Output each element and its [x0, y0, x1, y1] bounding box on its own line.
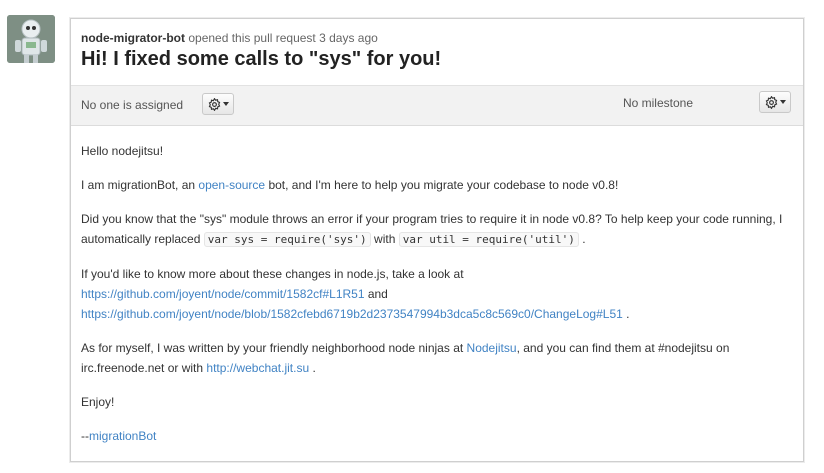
with-text: with: [370, 232, 399, 246]
commit-link[interactable]: https://github.com/joyent/node/commit/15…: [81, 287, 365, 301]
code-snippet-util: var util = require('util'): [398, 232, 579, 247]
greeting-paragraph: Hello nodejitsu!: [81, 144, 164, 158]
and-text: and: [364, 287, 388, 301]
chevron-down-icon: [779, 100, 786, 104]
chevron-down-icon: [222, 102, 229, 106]
pull-request-meta: node-migrator-bot opened this pull reque…: [81, 31, 378, 45]
comment-body: Hello nodejitsu! I am migrationBot, an o…: [81, 141, 793, 460]
links-paragraph: If you'd like to know more about these c…: [81, 264, 793, 324]
period-text: .: [622, 307, 630, 321]
info-bar: No one is assigned No milestone: [71, 85, 803, 126]
period-text: .: [578, 232, 586, 246]
pull-request-card: node-migrator-bot opened this pull reque…: [70, 18, 804, 462]
code-snippet-sys: var sys = require('sys'): [203, 232, 371, 247]
about-paragraph: As for myself, I was written by your fri…: [81, 338, 793, 378]
author-link[interactable]: node-migrator-bot: [81, 31, 185, 45]
intro-paragraph: I am migrationBot, an open-source bot, a…: [81, 175, 793, 195]
milestone-status: No milestone: [622, 96, 693, 110]
nodejitsu-link[interactable]: Nodejitsu: [467, 341, 517, 355]
robot-avatar-icon: [7, 15, 55, 63]
signature-dashes: --: [81, 429, 89, 443]
gear-icon: [208, 97, 220, 111]
opened-text: opened this pull request 3 days ago: [188, 31, 378, 45]
webchat-link[interactable]: http://webchat.jit.su: [206, 361, 309, 375]
milestone-settings-button[interactable]: [759, 91, 791, 113]
signature-link[interactable]: migrationBot: [89, 429, 156, 443]
avatar[interactable]: [7, 15, 55, 63]
sys-paragraph: Did you know that the "sys" module throw…: [81, 209, 793, 250]
intro-text-end: bot, and I'm here to help you migrate yo…: [265, 178, 619, 192]
links-text: If you'd like to know more about these c…: [81, 267, 464, 281]
changelog-link[interactable]: https://github.com/joyent/node/blob/1582…: [81, 307, 623, 321]
signature-paragraph: --migrationBot: [81, 426, 793, 446]
enjoy-paragraph: Enjoy!: [81, 395, 115, 409]
assignee-settings-button[interactable]: [202, 93, 234, 115]
about-text: As for myself, I was written by your fri…: [81, 341, 467, 355]
assignee-status: No one is assigned: [81, 98, 184, 112]
gear-icon: [765, 95, 777, 109]
open-source-link[interactable]: open-source: [198, 178, 265, 192]
page-title: Hi! I fixed some calls to "sys" for you!: [81, 48, 442, 70]
period-text: .: [309, 361, 316, 375]
intro-text: I am migrationBot, an: [81, 178, 199, 192]
pull-request-header: node-migrator-bot opened this pull reque…: [71, 19, 803, 85]
